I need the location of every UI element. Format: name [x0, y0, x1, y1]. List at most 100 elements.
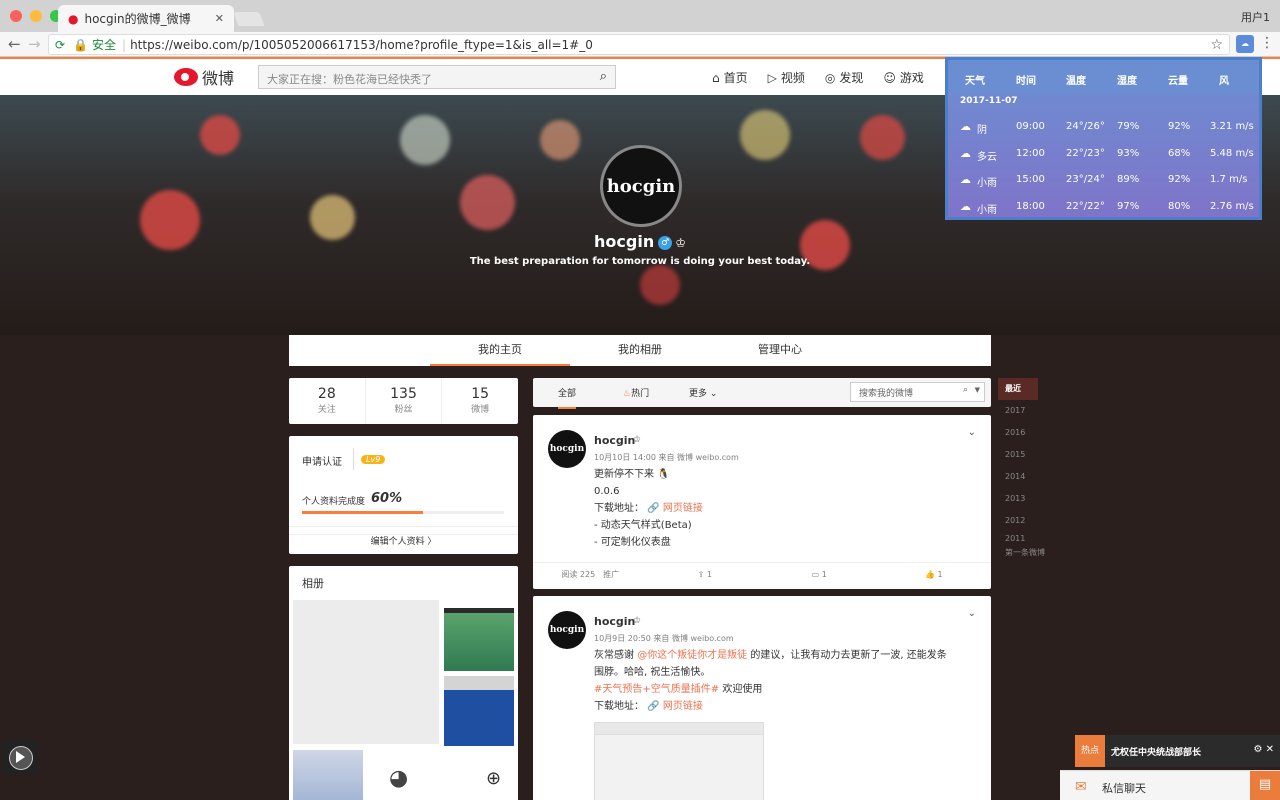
music-player-button[interactable] [2, 739, 38, 775]
nav-discover[interactable]: ◎ 发现 [825, 69, 864, 86]
post-image[interactable] [594, 722, 764, 800]
compass-icon: ◎ [824, 70, 836, 85]
feed-tab-all[interactable]: 全部 [558, 386, 577, 409]
web-link[interactable]: 🔗 网页链接 [647, 503, 703, 514]
feed-tab-hot[interactable]: ♨热门 [623, 386, 649, 399]
profile-name-row: hocgin ♂ ♔ [0, 232, 1280, 251]
hot-topic-text[interactable]: 尤权任中央统战部部长 [1111, 745, 1201, 758]
album-photo[interactable]: ◕ [369, 750, 439, 800]
year-recent[interactable]: 最近 [998, 378, 1038, 400]
year-item[interactable]: 2014 [998, 466, 1038, 488]
weibo-logo[interactable]: 微博 [174, 65, 234, 89]
tab-close-icon[interactable]: ✕ [215, 12, 224, 25]
tab-manage-center[interactable]: 管理中心 [710, 335, 850, 366]
search-icon[interactable]: ⌕ [600, 69, 607, 84]
like-button[interactable]: 👍 1 [877, 563, 992, 586]
nav-home[interactable]: ⌂ 首页 [712, 69, 748, 86]
target-icon: ⊕ [486, 768, 502, 789]
album-photo[interactable] [293, 600, 439, 744]
post-text: 下载地址： [594, 701, 644, 712]
year-item[interactable]: 2017 [998, 400, 1038, 422]
forward-icon[interactable]: → [28, 35, 41, 53]
repost-button[interactable]: ⇪ 1 [648, 563, 763, 586]
stat-following[interactable]: 28 关注 [289, 378, 366, 424]
hot-topic-bar[interactable]: 热点 尤权任中央统战部部长 ⚙ ✕ [1075, 735, 1280, 767]
edit-profile-link[interactable]: 编辑个人资料 〉 [289, 534, 518, 549]
url-field[interactable]: ⟳ 🔒 安全 | https://weibo.com/p/10050520066… [48, 34, 1230, 55]
back-icon[interactable]: ← [8, 35, 21, 53]
album-photo[interactable] [293, 750, 363, 800]
post-text: 灰常感谢 [594, 650, 638, 661]
weather-cell-temp: 22°/22° [1066, 200, 1105, 212]
nav-video[interactable]: ▷ 视频 [768, 69, 805, 86]
minimize-window-button[interactable] [30, 10, 42, 22]
comment-button[interactable]: ▭ 1 [762, 563, 877, 586]
weibo-search-input[interactable]: 大家正在搜：粉色花海已经快秃了 ⌕ [258, 65, 616, 89]
promote-button[interactable]: 推广 [603, 570, 619, 579]
post-avatar[interactable]: hocgin [548, 430, 586, 468]
settings-gear-icon[interactable]: ⚙ ✕ [1253, 744, 1274, 755]
post-time[interactable]: 10月10日 14:00 来自 微博 weibo.com [594, 452, 739, 463]
year-timeline: 最近 2017 2016 2015 2014 2013 2012 2011 第一… [998, 378, 1045, 560]
weather-col-header: 湿度 [1117, 76, 1137, 87]
read-count: 阅读 225 推广 [533, 563, 648, 586]
year-item[interactable]: 2013 [998, 488, 1038, 510]
year-item[interactable]: 2012 [998, 510, 1038, 532]
profile-user[interactable]: 用户1 [1241, 9, 1270, 25]
weather-cell-cloud: 92% [1168, 174, 1191, 185]
mention-link[interactable]: @你这个叛徒你才是叛徒 [637, 650, 747, 661]
weather-extension-icon[interactable]: ☁ [1236, 35, 1254, 53]
stat-followers[interactable]: 135 粉丝 [366, 378, 443, 424]
post-body: 更新停不下来 🐧 0.0.6 下载地址： 🔗 网页链接 - 动态天气样式(Bet… [594, 466, 974, 551]
member-crown-icon[interactable]: ♔ [675, 236, 686, 250]
tab-my-home[interactable]: 我的主页 [430, 335, 570, 366]
album-photo[interactable] [444, 676, 514, 746]
new-tab-button[interactable] [233, 12, 265, 26]
year-first-post[interactable]: 第一条微博 [998, 546, 1045, 560]
bokeh [460, 175, 515, 230]
stat-label: 粉丝 [394, 405, 413, 415]
chat-bubble-icon[interactable]: ▤ [1250, 771, 1280, 800]
album-photo[interactable] [444, 608, 514, 671]
post-menu-chevron-icon[interactable]: ⌄ [968, 608, 976, 619]
profile-name[interactable]: hocgin [594, 232, 654, 251]
post-avatar[interactable]: hocgin [548, 611, 586, 649]
bookmark-star-icon[interactable]: ☆ [1210, 37, 1223, 53]
year-item[interactable]: 2015 [998, 444, 1038, 466]
nav-games[interactable]: ☺ 游戏 [883, 69, 924, 86]
stat-posts[interactable]: 15 微博 [442, 378, 518, 424]
post-author[interactable]: hocgin [594, 615, 635, 628]
weather-col-header: 天气 [965, 76, 985, 87]
nav-video-label: 视频 [780, 71, 805, 85]
feed-search-input[interactable]: 搜索我的微博 ⌕ ▼ [850, 382, 985, 402]
apply-verification-link[interactable]: 申请认证 [302, 453, 342, 468]
weibo-favicon-icon: ● [68, 11, 79, 26]
post-author[interactable]: hocgin [594, 434, 635, 447]
profile-avatar[interactable]: hocgin [600, 145, 682, 227]
album-photo[interactable]: ⊕ [444, 750, 514, 800]
browser-menu-icon[interactable]: ⋮ [1260, 35, 1274, 51]
hashtag-link[interactable]: #天气预告+空气质量插件# [594, 684, 719, 695]
post-menu-chevron-icon[interactable]: ⌄ [968, 427, 976, 438]
caret-down-icon[interactable]: ▼ [975, 386, 980, 394]
post-time[interactable]: 10月9日 20:50 来自 微博 weibo.com [594, 633, 734, 644]
post-text: 欢迎使用 [719, 684, 763, 695]
divider [289, 526, 518, 527]
year-item[interactable]: 2016 [998, 422, 1038, 444]
feed-tab-more[interactable]: 更多 ⌄ [689, 386, 717, 399]
level-badge[interactable]: Lv9 [361, 455, 386, 464]
web-link[interactable]: 🔗 网页链接 [647, 701, 703, 712]
weather-col-header: 时间 [1016, 76, 1036, 87]
year-item[interactable]: 2011 [998, 532, 1038, 546]
search-icon[interactable]: ⌕ [963, 385, 968, 395]
tab-my-album[interactable]: 我的相册 [570, 335, 710, 366]
post-text: 下载地址： [594, 503, 644, 514]
close-window-button[interactable] [10, 10, 22, 22]
completeness-value: 60% [371, 491, 403, 506]
weather-row: ☁ 阴 09:00 24°/26° 79% 92% 3.21 m/s [948, 115, 1259, 141]
private-chat-bar[interactable]: ✉ 私信聊天 ▤ [1060, 770, 1280, 800]
post-line: 下载地址： 🔗 网页链接 [594, 698, 974, 715]
browser-tab[interactable]: ● hocgin的微博_微博 ✕ [58, 5, 234, 32]
reload-icon[interactable]: ⟳ [55, 38, 65, 52]
feed-post: hocgin hocgin ♔ ⌄ 10月9日 20:50 来自 微博 weib… [533, 596, 991, 800]
